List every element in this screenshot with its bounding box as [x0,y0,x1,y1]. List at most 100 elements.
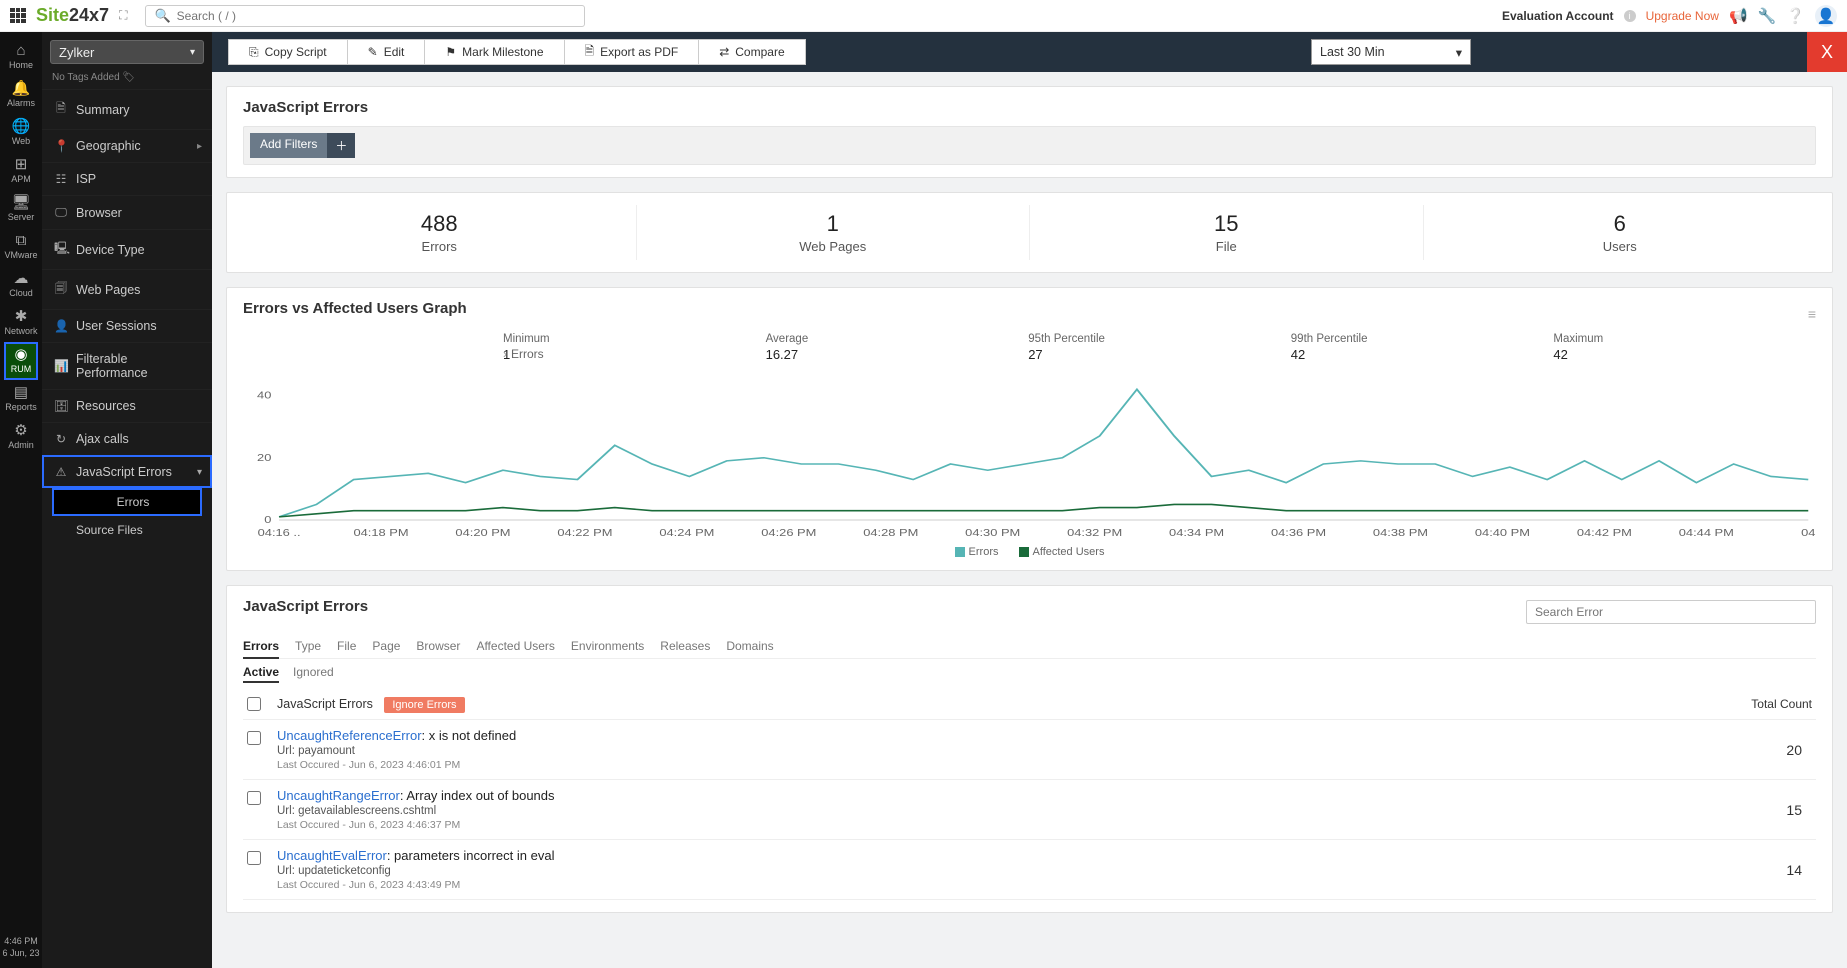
series-toggle[interactable]: › Errors [503,347,544,361]
compare-icon: ⇄ [719,45,729,59]
metric-maximum: Maximum42 [1553,333,1816,362]
rail-item-reports[interactable]: ▤Reports [4,380,37,418]
sidebar-item-ajax-calls[interactable]: ↻Ajax calls [42,422,212,455]
tab-domains[interactable]: Domains [726,635,773,658]
expand-icon[interactable]: ⛶ [119,8,127,23]
table-subtabs: Active Ignored [243,665,1816,683]
errors-table-panel: JavaScript Errors Errors Type File Page Brow… [226,585,1833,913]
compare-button[interactable]: ⇄Compare [699,39,805,65]
reports-icon: ▤ [4,385,37,400]
rail-item-web[interactable]: 🌐Web [4,114,37,152]
metric-95th-percentile: 95th Percentile27 [1028,333,1291,362]
sidebar-item-user-sessions[interactable]: 👤User Sessions [42,309,212,342]
svg-text:04:20 PM: 04:20 PM [455,528,510,538]
tab-page[interactable]: Page [372,635,400,658]
announce-icon[interactable]: 📢 [1729,7,1748,25]
close-button[interactable]: X [1807,32,1847,72]
table-header-row: JavaScript Errors Ignore Errors Total Co… [243,689,1816,720]
network-icon: ✱ [4,309,37,324]
sidebar-item-isp[interactable]: ☷ISP [42,162,212,195]
subtab-active[interactable]: Active [243,665,279,683]
error-name-link[interactable]: UncaughtRangeError [277,788,400,803]
tab-environments[interactable]: Environments [571,635,644,658]
sidebar-item-filterable-performance[interactable]: 📊Filterable Performance [42,342,212,389]
avatar[interactable]: 👤 [1815,5,1837,27]
ignore-errors-button[interactable]: Ignore Errors [384,697,464,713]
logo[interactable]: Site24x7 [36,5,109,26]
sidebar-item-geographic[interactable]: 📍Geographic [42,129,212,162]
chart-menu-icon[interactable]: ≡ [1808,306,1816,322]
search-input[interactable] [177,9,577,23]
time-range-select[interactable]: Last 30 Min▾ [1311,39,1471,65]
sidebar-item-summary[interactable]: 🗎Summary [42,89,212,129]
sidebar-item-device-type[interactable]: 🖳Device Type [42,229,212,269]
svg-text:04:38 PM: 04:38 PM [1373,528,1428,538]
chart-panel: Errors vs Affected Users Graph ≡ Minimum… [226,287,1833,571]
add-filters-button[interactable]: Add Filters＋ [250,133,355,158]
help-icon[interactable]: ❔ [1786,7,1805,25]
app-selector[interactable]: Zylker▾ [50,40,204,64]
page-title: JavaScript Errors [243,99,1816,116]
stat-users: 6Users [1424,205,1817,260]
upgrade-link[interactable]: Upgrade Now [1646,9,1719,23]
table-tabs: Errors Type File Page Browser Affected Users E… [243,635,1816,659]
edit-button[interactable]: ✎Edit [348,39,426,65]
error-time: Last Occured - Jun 6, 2023 4:46:01 PM [277,759,1786,771]
copy-icon: ⎘ [249,45,259,60]
rail-item-vmware[interactable]: ⧉VMware [4,228,37,266]
stats-panel: 488Errors1Web Pages15File6Users [226,192,1833,273]
rail-item-rum[interactable]: ◉RUM [4,342,37,380]
row-checkbox[interactable] [247,791,261,805]
legend-item[interactable]: Errors [955,546,999,558]
home-icon: ⌂ [4,43,37,58]
apps-grid-icon[interactable] [10,8,26,24]
tab-browser[interactable]: Browser [416,635,460,658]
tab-file[interactable]: File [337,635,356,658]
vmware-icon: ⧉ [4,233,37,248]
select-all-checkbox[interactable] [247,697,261,711]
copy-script-button[interactable]: ⎘Copy Script [228,39,348,65]
search-error-input[interactable] [1526,600,1816,624]
chart-legend: Errors Affected Users [243,546,1816,558]
sidebar-sub-source-files[interactable]: Source Files [42,516,212,544]
svg-text:04:30 PM: 04:30 PM [965,528,1020,538]
row-checkbox[interactable] [247,731,261,745]
svg-text:04:28 PM: 04:28 PM [863,528,918,538]
tab-errors[interactable]: Errors [243,635,279,659]
error-name-link[interactable]: UncaughtReferenceError [277,728,422,743]
subtab-ignored[interactable]: Ignored [293,665,334,683]
sidebar-item-web-pages[interactable]: 🗐Web Pages [42,269,212,309]
mark-milestone-button[interactable]: ⚑Mark Milestone [425,39,564,65]
error-url: Url: payamount [277,745,1786,757]
filter-bar: Add Filters＋ [243,126,1816,165]
rail-item-network[interactable]: ✱Network [4,304,37,342]
cloud-icon: ☁ [4,271,37,286]
sidebar-item-browser[interactable]: 🖵Browser [42,195,212,229]
legend-item[interactable]: Affected Users [1019,546,1105,558]
tab-type[interactable]: Type [295,635,321,658]
tab-affected-users[interactable]: Affected Users [476,635,554,658]
rail-item-admin[interactable]: ⚙Admin [4,418,37,456]
rail-item-home[interactable]: ⌂Home [4,38,37,76]
error-name-link[interactable]: UncaughtEvalError [277,848,387,863]
export-pdf-button[interactable]: 🗎Export as PDF [565,39,700,65]
global-search[interactable]: 🔍 [145,5,585,27]
admin-icon: ⚙ [4,423,37,438]
sidebar-item-resources[interactable]: 🗄Resources [42,389,212,422]
wrench-icon[interactable]: 🔧 [1758,7,1777,25]
row-checkbox[interactable] [247,851,261,865]
rail-item-cloud[interactable]: ☁Cloud [4,266,37,304]
info-icon[interactable]: i [1624,10,1636,22]
stat-errors: 488Errors [243,205,637,260]
svg-text:04: 04 [1801,528,1816,538]
table-title: JavaScript Errors [243,598,368,615]
sidebar-item-javascript-errors[interactable]: ⚠JavaScript Errors [42,455,212,488]
rail-item-apm[interactable]: ⊞APM [4,152,37,190]
sidebar-sub-errors[interactable]: Errors [52,488,202,516]
account-label: Evaluation Account [1502,9,1614,23]
sidebar: Zylker▾ No Tags Added 🏷 🗎Summary📍Geograp… [42,32,212,968]
rail-item-server[interactable]: 🖥Server [4,190,37,228]
chevron-down-icon: ▾ [190,47,195,58]
tab-releases[interactable]: Releases [660,635,710,658]
rail-item-alarms[interactable]: 🔔Alarms [4,76,37,114]
